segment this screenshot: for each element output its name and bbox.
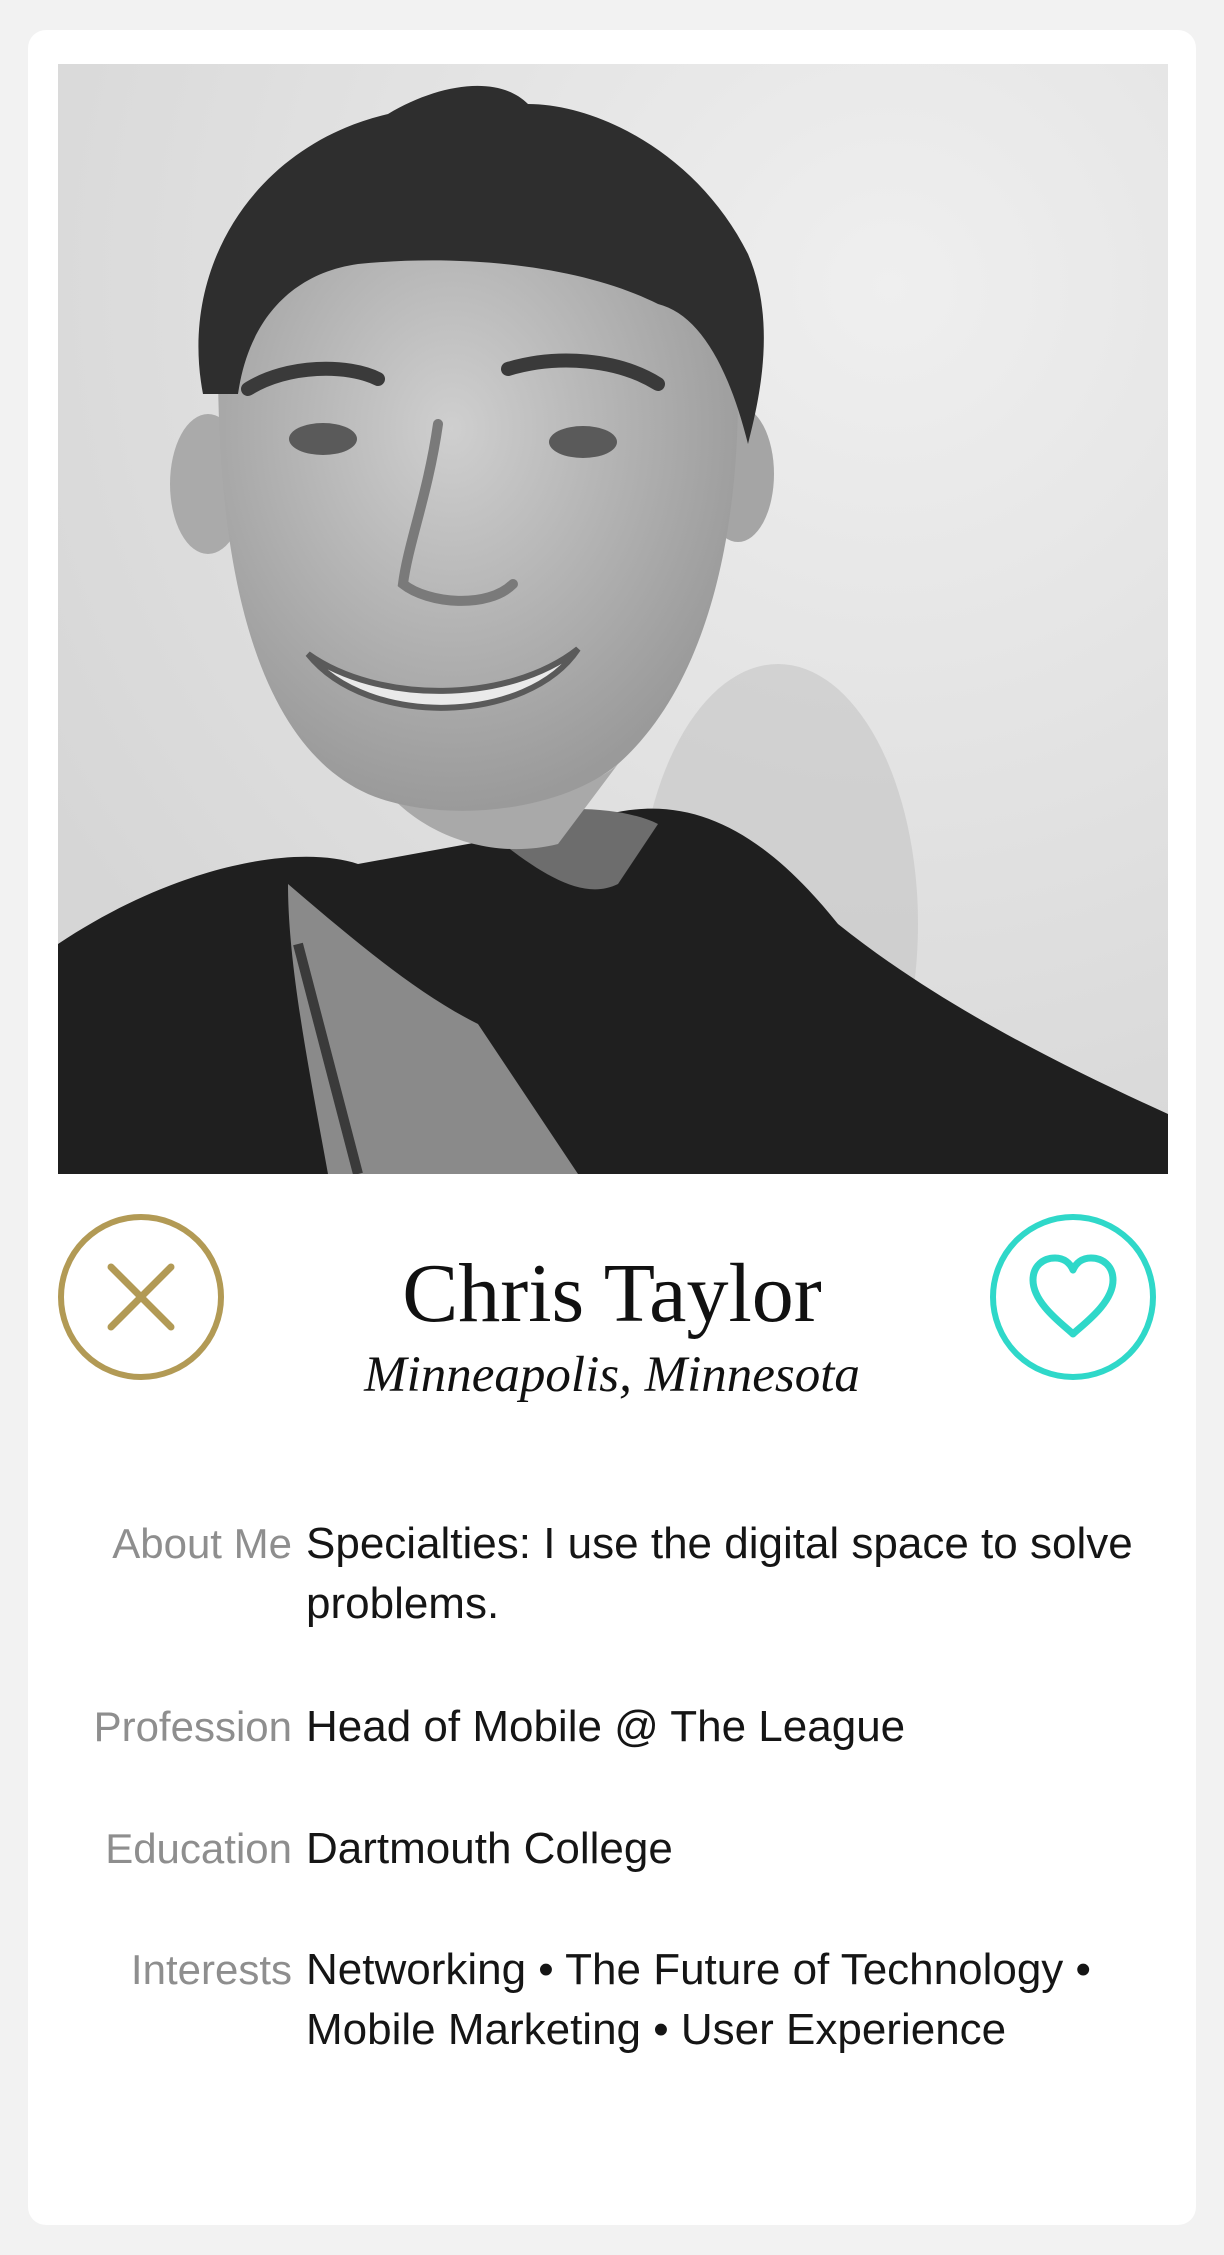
like-button[interactable]: [990, 1214, 1156, 1380]
detail-value: Head of Mobile @ The League: [306, 1702, 906, 1751]
detail-value: Networking • The Future of Technology • …: [306, 1945, 1091, 2054]
detail-label: Education: [105, 1825, 292, 1872]
detail-label: Profession: [93, 1703, 292, 1750]
profile-card: Chris Taylor Minneapolis, Minnesota Abou…: [28, 30, 1196, 2225]
profile-photo-image: [58, 64, 1168, 1174]
detail-value: Specialties: I use the digital space to …: [306, 1519, 1133, 1628]
detail-value: Dartmouth College: [306, 1824, 673, 1873]
detail-label: About Me: [112, 1520, 292, 1567]
detail-label: Interests: [130, 1946, 292, 1993]
heart-icon: [1029, 1254, 1117, 1338]
profile-photo[interactable]: [58, 64, 1168, 1174]
